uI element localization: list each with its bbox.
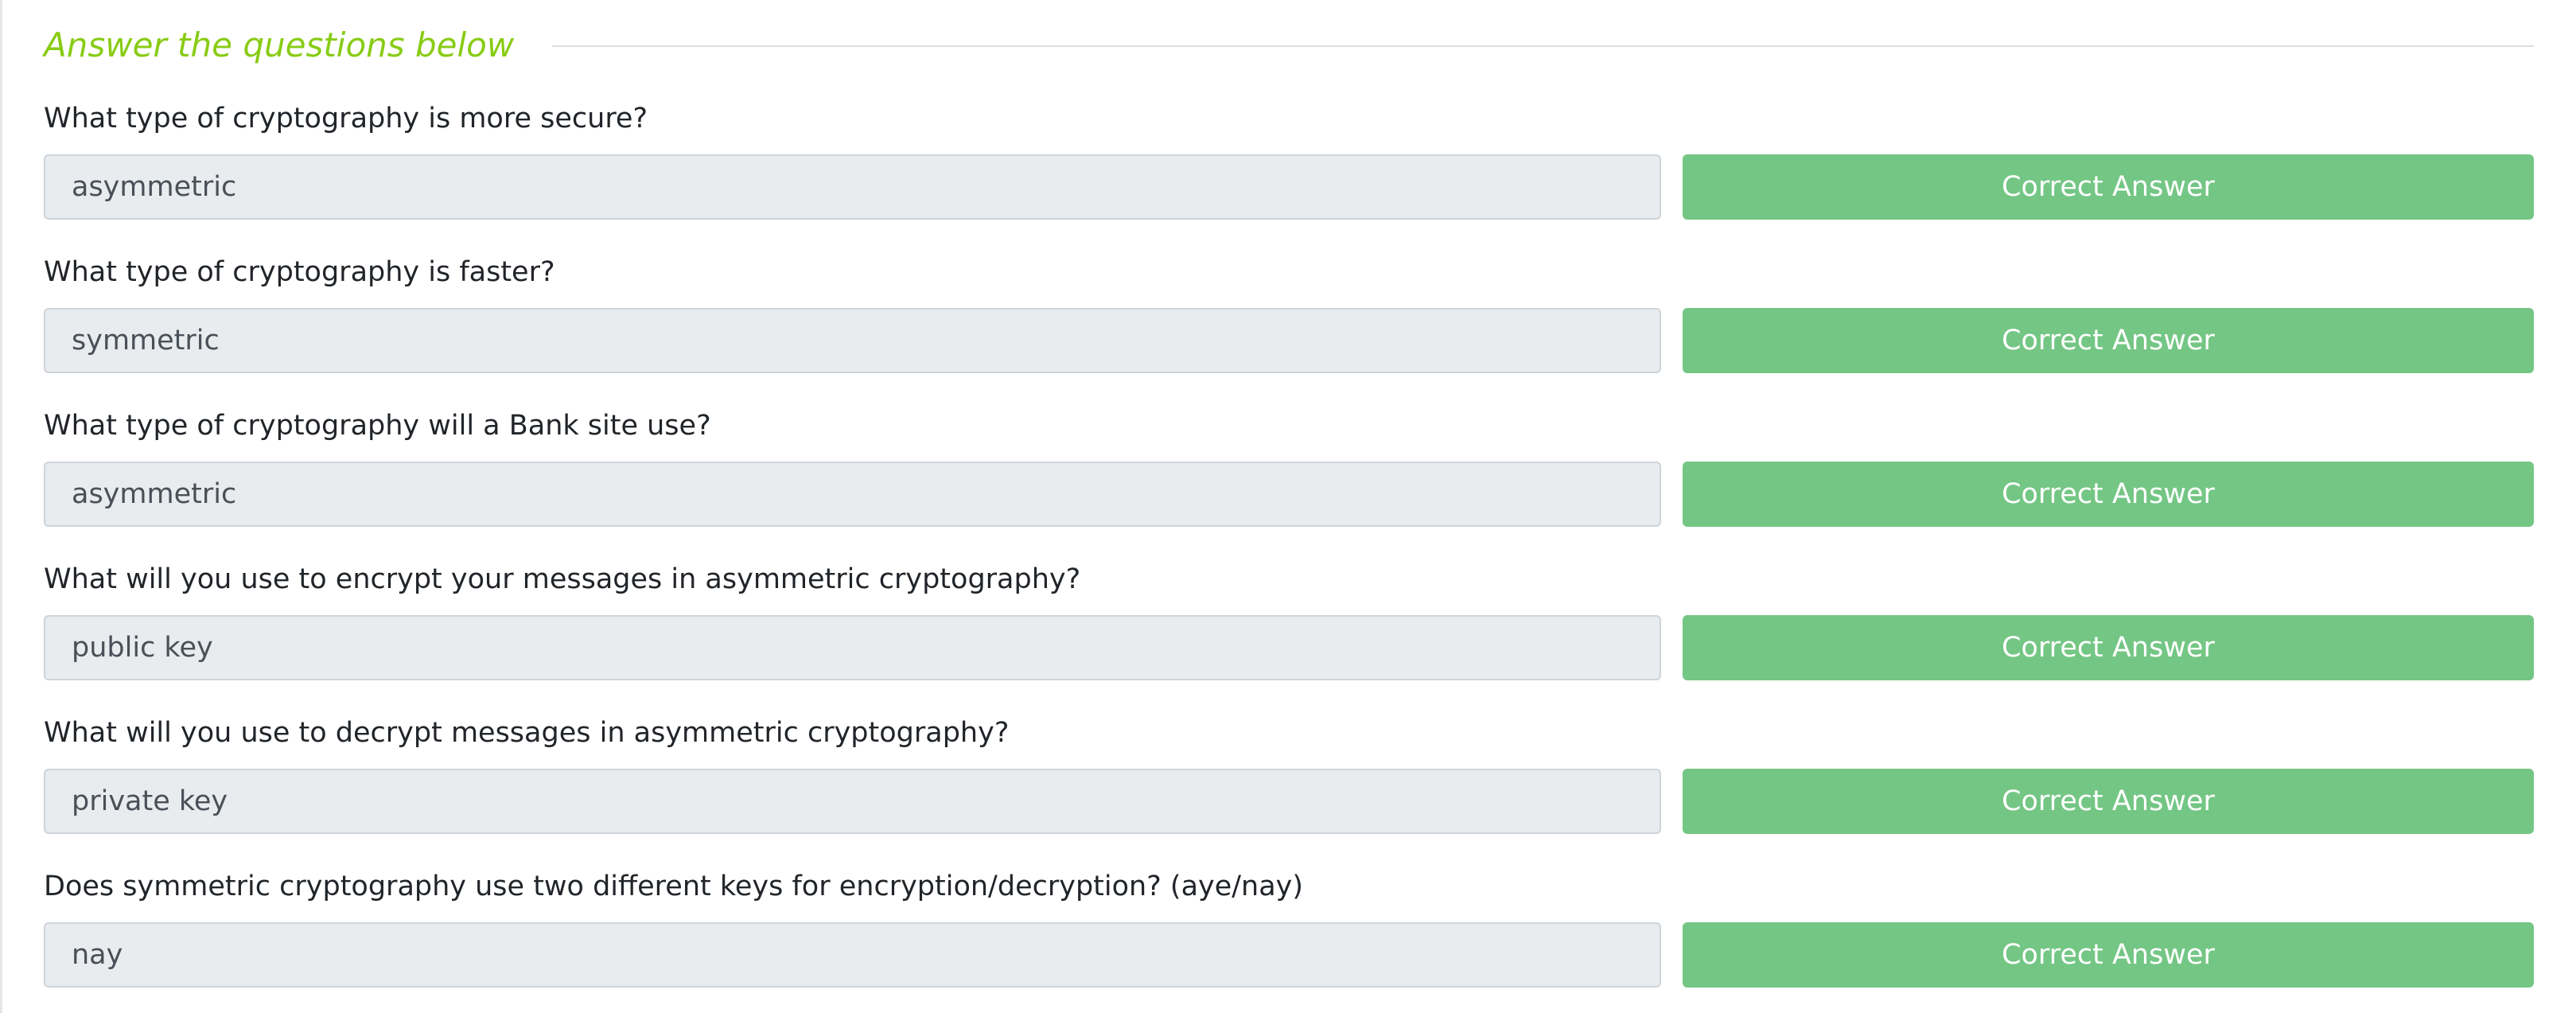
answer-field[interactable]: nay xyxy=(44,922,1661,988)
correct-answer-button[interactable]: Correct Answer xyxy=(1683,922,2534,988)
answer-row: asymmetric Correct Answer xyxy=(44,154,2534,220)
correct-answer-button[interactable]: Correct Answer xyxy=(1683,154,2534,220)
correct-answer-button[interactable]: Correct Answer xyxy=(1683,769,2534,834)
question-item: Does symmetric cryptography use two diff… xyxy=(44,870,2534,988)
question-text: What type of cryptography is more secure… xyxy=(44,103,648,134)
answer-field[interactable]: asymmetric xyxy=(44,154,1661,220)
answer-row: asymmetric Correct Answer xyxy=(44,462,2534,527)
correct-answer-button[interactable]: Correct Answer xyxy=(1683,615,2534,680)
correct-answer-button[interactable]: Correct Answer xyxy=(1683,308,2534,373)
question-item: What will you use to encrypt your messag… xyxy=(44,563,2534,680)
left-border xyxy=(0,0,2,1013)
question-item: What type of cryptography is faster? sym… xyxy=(44,255,2534,373)
answer-field[interactable]: symmetric xyxy=(44,308,1661,373)
section-divider xyxy=(552,45,2534,47)
answer-field[interactable]: private key xyxy=(44,769,1661,834)
section-title: Answer the questions below xyxy=(44,25,515,64)
question-text: What type of cryptography will a Bank si… xyxy=(44,410,711,442)
answer-row: private key Correct Answer xyxy=(44,769,2534,834)
answer-row: public key Correct Answer xyxy=(44,615,2534,680)
answer-row: symmetric Correct Answer xyxy=(44,308,2534,373)
section-header: Answer the questions below xyxy=(44,22,2534,68)
question-item: What type of cryptography will a Bank si… xyxy=(44,409,2534,527)
question-item: What will you use to decrypt messages in… xyxy=(44,716,2534,834)
question-text: What type of cryptography is faster? xyxy=(44,256,555,288)
question-text: What will you use to encrypt your messag… xyxy=(44,563,1081,595)
correct-answer-button[interactable]: Correct Answer xyxy=(1683,462,2534,527)
questions-panel: Answer the questions below What type of … xyxy=(0,0,2576,1013)
question-text: What will you use to decrypt messages in… xyxy=(44,717,1010,749)
answer-field[interactable]: public key xyxy=(44,615,1661,680)
answer-row: nay Correct Answer xyxy=(44,922,2534,988)
question-item: What type of cryptography is more secure… xyxy=(44,102,2534,220)
question-text: Does symmetric cryptography use two diff… xyxy=(44,871,1304,902)
answer-field[interactable]: asymmetric xyxy=(44,462,1661,527)
